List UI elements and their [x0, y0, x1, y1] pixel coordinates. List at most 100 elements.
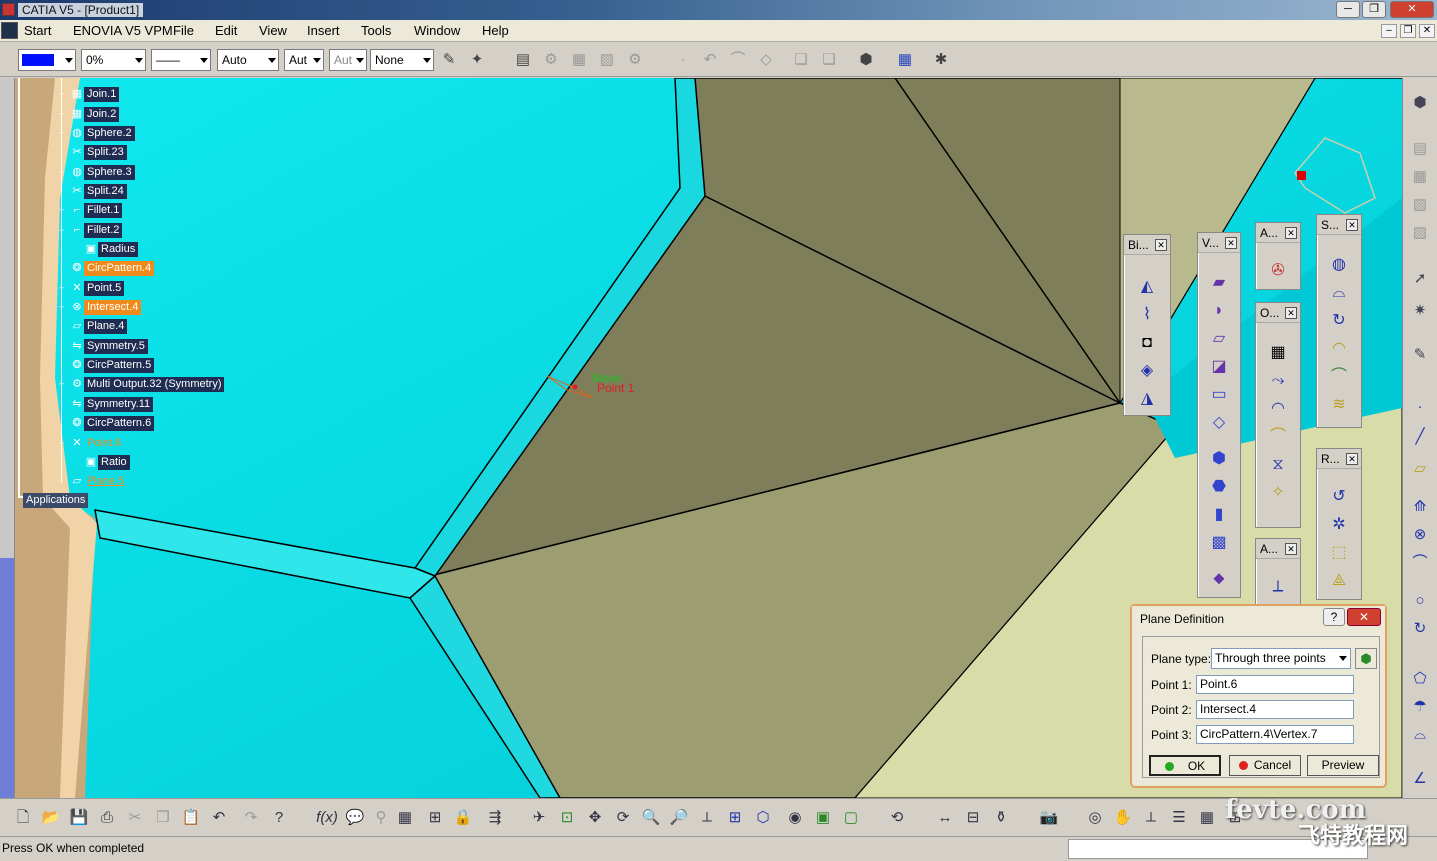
tree-node-radius[interactable]: Radius: [98, 242, 139, 257]
tree-node-applications[interactable]: Applications: [23, 493, 89, 508]
spline-icon[interactable]: ⌒: [728, 50, 748, 70]
table-icon[interactable]: ▦: [1409, 166, 1431, 188]
analysis-icon[interactable]: ✱: [931, 50, 951, 70]
save-icon[interactable]: 💾: [68, 807, 90, 829]
analysis-icon[interactable]: ✇: [1266, 259, 1290, 283]
scale-icon[interactable]: ⬚: [1327, 541, 1351, 565]
cancel-button[interactable]: Cancel: [1229, 755, 1301, 776]
mdi-minimize-button[interactable]: –: [1381, 24, 1397, 38]
multi-view-icon[interactable]: ⊞: [724, 807, 746, 829]
tree-node-symmetry-11[interactable]: Symmetry.11: [84, 397, 154, 412]
redo-icon[interactable]: ↷: [240, 807, 262, 829]
left-scroll-strip[interactable]: [0, 78, 15, 798]
undo-icon[interactable]: ↶: [208, 807, 230, 829]
rotate-view-icon[interactable]: ⟳: [612, 807, 634, 829]
copy-icon[interactable]: ❐: [152, 807, 174, 829]
rule-icon[interactable]: ▧: [597, 50, 617, 70]
capture-icon[interactable]: 📷: [1038, 807, 1060, 829]
plane-type-select[interactable]: Through three points: [1211, 648, 1351, 669]
formula-icon[interactable]: f(x): [316, 807, 338, 829]
tree-node-join-1[interactable]: Join.1: [84, 87, 120, 102]
fly-icon[interactable]: ✈: [528, 807, 550, 829]
combine-icon[interactable]: ⌒: [1409, 552, 1431, 574]
grid-icon[interactable]: ▦: [895, 50, 915, 70]
tree-node-circpattern-5[interactable]: CircPattern.5: [84, 358, 155, 373]
expand-toggle[interactable]: +: [57, 380, 66, 389]
swirl-icon[interactable]: ◎: [1084, 807, 1106, 829]
menu-insert[interactable]: Insert: [307, 23, 340, 38]
axis-icon[interactable]: ⟂: [1266, 575, 1290, 599]
update-icon[interactable]: ⟲: [886, 807, 908, 829]
revolution-icon[interactable]: ↻: [1327, 309, 1351, 333]
curve-icon[interactable]: ⌇: [1135, 303, 1159, 327]
measure-between-icon[interactable]: ↔: [934, 807, 956, 829]
tree-node-point-6[interactable]: Point.6: [84, 436, 124, 451]
swap-space-icon[interactable]: ▢: [840, 807, 862, 829]
paste-icon[interactable]: ❏: [819, 50, 839, 70]
blend-volume-icon[interactable]: ⬥: [1207, 567, 1231, 591]
menu-enovia[interactable]: ENOVIA V5 VPM: [73, 23, 173, 38]
tree-node-sphere-2[interactable]: Sphere.2: [84, 126, 135, 141]
select-icon[interactable]: ➚: [1409, 268, 1431, 290]
close-window-button[interactable]: ✕: [1390, 1, 1434, 18]
print-icon[interactable]: ⎙: [96, 807, 118, 829]
fill-icon[interactable]: ◪: [1207, 355, 1231, 379]
menu-view[interactable]: View: [259, 23, 287, 38]
torus-icon[interactable]: ⌒: [1327, 365, 1351, 389]
tree-node-symmetry-5[interactable]: Symmetry.5: [84, 339, 148, 354]
tree-node-plane-5[interactable]: Plane.5: [84, 474, 127, 489]
document-icon[interactable]: [1, 22, 18, 39]
new-icon[interactable]: 🗋: [12, 807, 34, 829]
expand-toggle[interactable]: +: [57, 303, 66, 312]
comment-icon[interactable]: 💬: [344, 807, 366, 829]
healing-icon[interactable]: ☂: [1409, 696, 1431, 718]
expand-toggle[interactable]: +: [57, 110, 66, 119]
open-icon[interactable]: 📂: [40, 807, 62, 829]
tree-node-split-23[interactable]: Split.23: [84, 145, 127, 160]
copy-icon[interactable]: ❏: [791, 50, 811, 70]
menu-start[interactable]: Start: [24, 23, 51, 38]
close-icon[interactable]: ✕: [1346, 219, 1358, 231]
tree-node-sphere-3[interactable]: Sphere.3: [84, 165, 135, 180]
mdi-close-button[interactable]: ✕: [1419, 24, 1435, 38]
tree-node-plane-4[interactable]: Plane.4: [84, 319, 128, 334]
linetype-combo[interactable]: ——: [151, 49, 211, 71]
close-icon[interactable]: ✕: [1285, 543, 1297, 555]
pan-icon[interactable]: ✥: [584, 807, 606, 829]
tree-node-circpattern-6[interactable]: CircPattern.6: [84, 416, 155, 431]
close-icon[interactable]: ✕: [1225, 237, 1237, 249]
instantiate-icon[interactable]: ⇶: [484, 807, 506, 829]
cone-icon[interactable]: ◠: [1327, 337, 1351, 361]
paste-icon[interactable]: 📋: [180, 807, 202, 829]
tree-icon[interactable]: ⊞: [424, 807, 446, 829]
spiral-icon[interactable]: ↻: [1409, 618, 1431, 640]
expand-toggle[interactable]: +: [57, 168, 66, 177]
lock-icon[interactable]: 🔒: [452, 807, 474, 829]
catalog-icon[interactable]: ▤: [1409, 138, 1431, 160]
thickness-combo[interactable]: Auto: [217, 49, 279, 71]
knowledge-icon[interactable]: ⚲: [370, 807, 392, 829]
surface-icon[interactable]: ◈: [1135, 359, 1159, 383]
help-button[interactable]: ?: [1323, 608, 1345, 626]
zoom-in-icon[interactable]: 🔍: [640, 807, 662, 829]
revolve-icon[interactable]: ◗: [1207, 299, 1231, 323]
split-icon[interactable]: ▩: [1207, 531, 1231, 555]
tree-node-circpattern-4[interactable]: CircPattern.4: [84, 261, 155, 276]
collapse-toggle[interactable]: −: [57, 226, 66, 235]
point-icon[interactable]: ·: [1409, 396, 1431, 418]
line-icon[interactable]: ╱: [1409, 426, 1431, 448]
zoom-out-icon[interactable]: 🔎: [668, 807, 690, 829]
close-icon[interactable]: ✕: [1285, 307, 1297, 319]
menu-help[interactable]: Help: [482, 23, 509, 38]
tree-node-multi-output-32[interactable]: Multi Output.32 (Symmetry): [84, 377, 225, 392]
tree-node-fillet-1[interactable]: Fillet.1: [84, 203, 123, 218]
painter-icon[interactable]: ✎: [439, 50, 459, 70]
offset-icon[interactable]: ▭: [1207, 383, 1231, 407]
hide-show-icon[interactable]: ▣: [812, 807, 834, 829]
close-icon[interactable]: ✕: [1285, 227, 1297, 239]
affinity-icon[interactable]: ⟁: [1327, 569, 1351, 593]
bitangent-icon[interactable]: ◭: [1135, 275, 1159, 299]
spec-tree-icon[interactable]: ☰: [1168, 807, 1190, 829]
workbench-icon[interactable]: ⬢: [856, 50, 876, 70]
sphere-icon[interactable]: ◍: [1327, 253, 1351, 277]
